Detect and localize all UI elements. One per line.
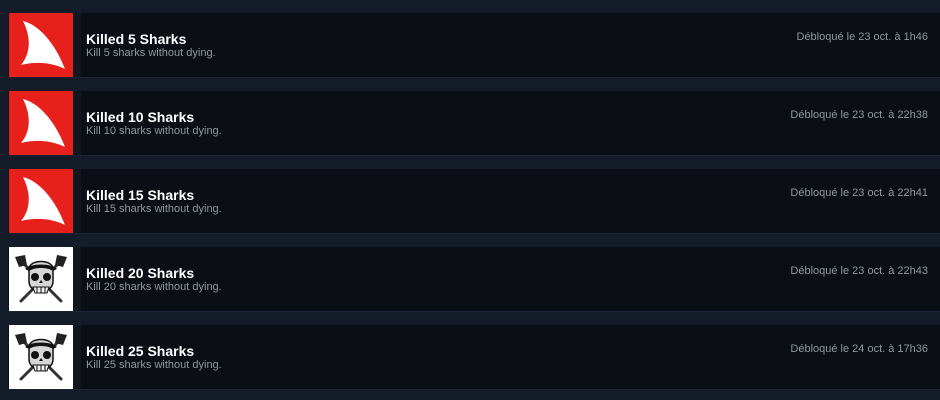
achievement-row: Killed 15 Sharks Kill 15 sharks without … [8,169,940,234]
row-divider [73,91,81,155]
shark-fin-icon [9,91,73,155]
shark-fin-icon [9,13,73,77]
unlock-date: Débloqué le 23 oct. à 22h38 [790,109,928,121]
achievement-description: Kill 20 sharks without dying. [86,281,222,293]
unlock-date: Débloqué le 24 oct. à 17h36 [790,343,928,355]
row-divider [73,169,81,233]
achievement-description: Kill 25 sharks without dying. [86,359,222,371]
pirate-skull-axes-icon [9,247,73,311]
achievement-row: Killed 20 Sharks Kill 20 sharks without … [8,247,940,312]
achievement-description: Kill 15 sharks without dying. [86,203,222,215]
unlock-date: Débloqué le 23 oct. à 22h41 [790,187,928,199]
achievement-row: Killed 5 Sharks Kill 5 sharks without dy… [8,13,940,78]
row-divider [73,247,81,311]
achievement-title: Killed 15 Sharks [86,187,195,203]
achievement-row: Killed 10 Sharks Kill 10 sharks without … [8,91,940,156]
achievement-description: Kill 10 sharks without dying. [86,125,222,137]
achievement-title: Killed 10 Sharks [86,109,195,125]
achievement-title: Killed 25 Sharks [86,343,195,359]
pirate-skull-axes-icon [9,325,73,389]
shark-fin-icon [9,169,73,233]
achievement-row: Killed 25 Sharks Kill 25 sharks without … [8,325,940,390]
row-divider [73,13,81,77]
row-divider [73,325,81,389]
achievement-title: Killed 20 Sharks [86,265,195,281]
unlock-date: Débloqué le 23 oct. à 1h46 [796,31,929,43]
achievement-title: Killed 5 Sharks [86,31,187,47]
achievement-description: Kill 5 sharks without dying. [86,47,216,59]
unlock-date: Débloqué le 23 oct. à 22h43 [790,265,928,277]
achievement-list: Killed 5 Sharks Kill 5 sharks without dy… [0,0,940,400]
